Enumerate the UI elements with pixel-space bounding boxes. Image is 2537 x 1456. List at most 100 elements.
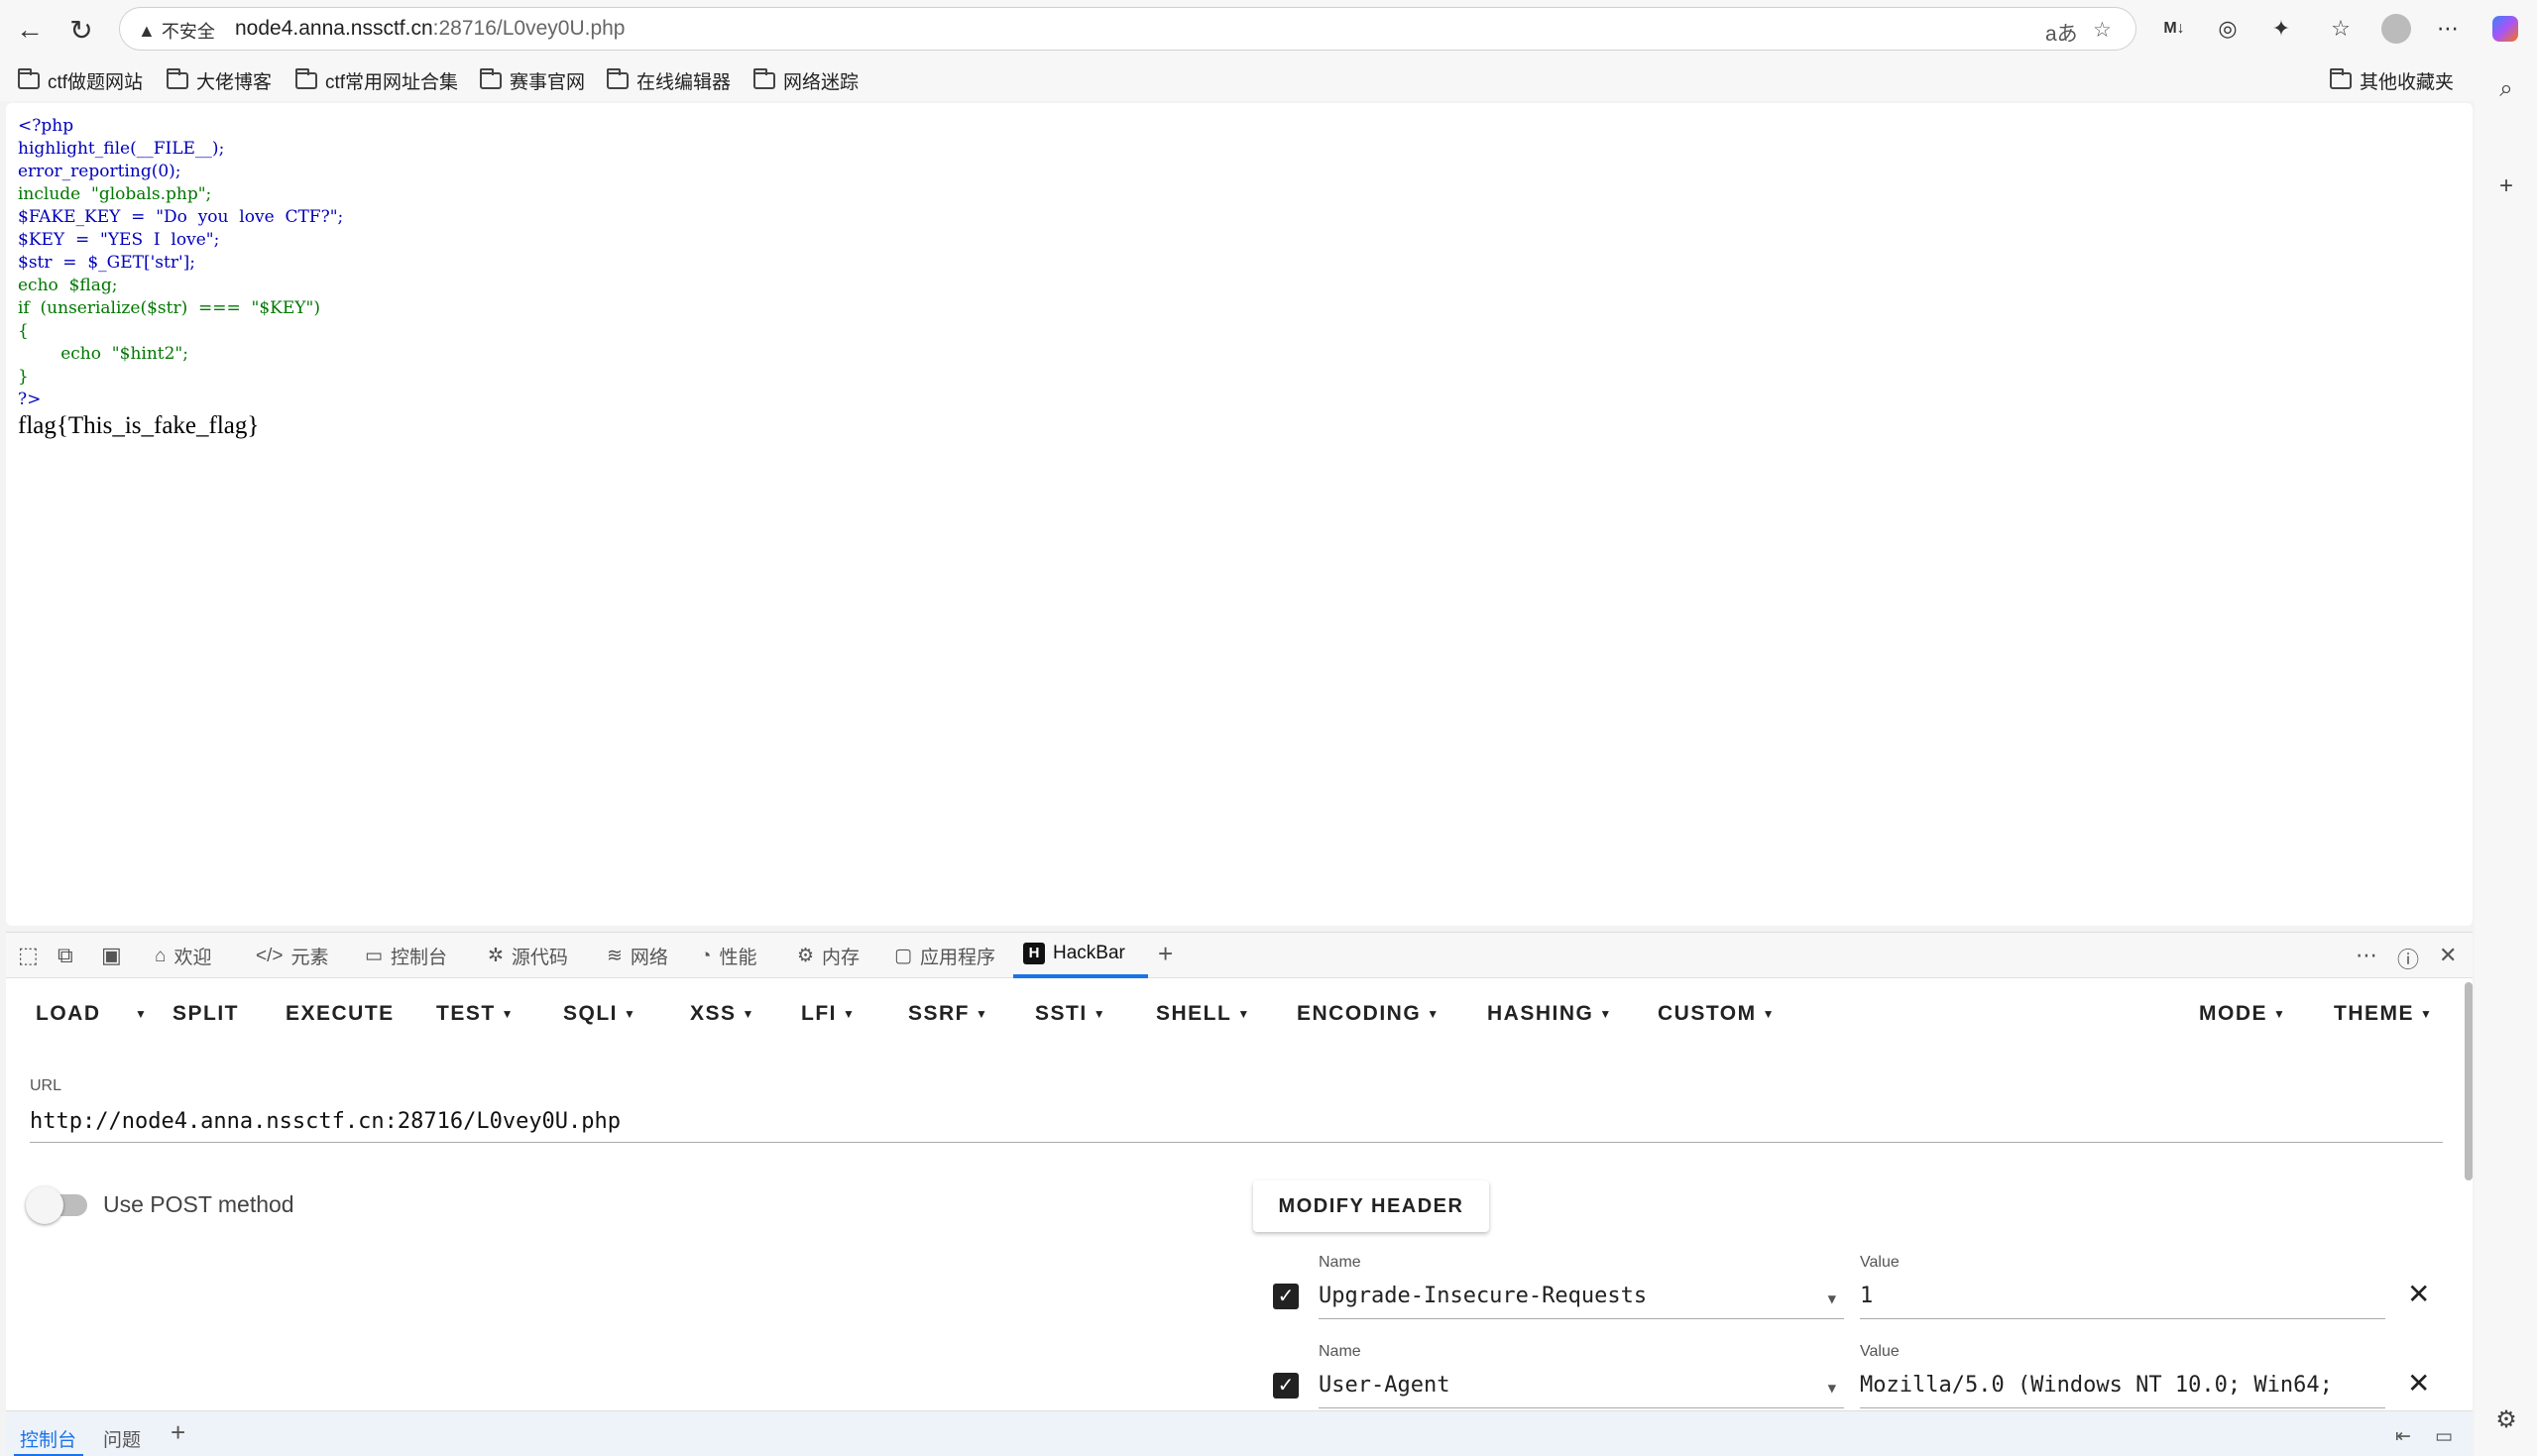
bookmark-item[interactable]: 大佬博客 (167, 67, 272, 94)
extension-md-icon[interactable]: M↓ (2157, 12, 2191, 46)
copilot-icon[interactable] (2488, 12, 2522, 46)
caret-down-icon: ▼ (1599, 1007, 1613, 1022)
back-arrow-icon[interactable]: ← (12, 12, 48, 48)
load-dropdown[interactable]: ▼ (129, 1002, 148, 1026)
header-row: ✓ Name User-Agent ▼ Value Mozilla/5.0 (Wi… (1267, 1343, 2437, 1408)
drawer-add-icon[interactable]: + (171, 1417, 185, 1448)
caret-down-icon: ▼ (843, 1007, 857, 1022)
tab-hackbar[interactable]: H HackBar (1023, 943, 1125, 964)
dock-side-icon[interactable]: ▣ (101, 943, 122, 968)
devtools-tab-bar: ⬚ ⧉ ▣ ⌂ 欢迎 </> 元素 ▭ 控制台 ✲ 源代码 ≋ 网络 ◔ 性能 ⚙ 内存 ▢ 应… (6, 933, 2473, 978)
extension-circle-icon[interactable]: ◎ (2211, 12, 2245, 46)
code-line: echo "$hint2"; (18, 344, 188, 364)
add-icon[interactable]: + (2490, 170, 2522, 202)
tab-console[interactable]: ▭ 控制台 (365, 943, 447, 969)
more-menu-icon[interactable]: ⋯ (2431, 12, 2465, 46)
url-input[interactable]: http://node4.anna.nssctf.cn:28716/L0vey0… (30, 1103, 2443, 1143)
encoding-menu[interactable]: ENCODING ▼ (1297, 1002, 1441, 1026)
memory-gear-icon: ⚙ (797, 946, 815, 966)
custom-menu[interactable]: CUSTOM ▼ (1658, 1002, 1776, 1026)
header-name-label: Name (1319, 1254, 1361, 1271)
header-value-input[interactable]: Mozilla/5.0 (Windows NT 10.0; Win64; (1860, 1369, 2385, 1408)
help-icon[interactable]: ⓘ (2397, 943, 2419, 974)
code-line: if (unserialize($str) === "$KEY") (18, 298, 320, 318)
scrollbar-thumb[interactable] (2465, 982, 2473, 1180)
remove-header-icon[interactable]: ✕ (2407, 1278, 2430, 1310)
tab-sources[interactable]: ✲ 源代码 (488, 943, 568, 969)
bookmark-item[interactable]: ctf常用网址合集 (295, 67, 458, 94)
more-options-icon[interactable]: ⋯ (2356, 943, 2377, 968)
code-line: } (18, 367, 29, 387)
remove-header-icon[interactable]: ✕ (2407, 1367, 2430, 1400)
header-name-input[interactable]: User-Agent ▼ (1319, 1369, 1844, 1408)
extensions-puzzle-icon[interactable]: ✦ (2264, 12, 2298, 46)
shell-menu[interactable]: SHELL ▼ (1156, 1002, 1251, 1026)
application-icon: ▢ (894, 946, 912, 966)
caret-down-icon: ▼ (976, 1007, 989, 1022)
drawer-dock-icon[interactable]: ⇤ (2395, 1425, 2411, 1448)
drawer-tab-console[interactable]: 控制台 (20, 1425, 76, 1452)
tab-application[interactable]: ▢ 应用程序 (894, 943, 995, 969)
favorites-icon[interactable]: ☆ (2324, 12, 2358, 46)
url-box[interactable]: ▲ 不安全 node4.anna.nssctf.cn:28716/L0vey0U… (119, 7, 2136, 51)
header-name-label: Name (1319, 1343, 1361, 1360)
hashing-menu[interactable]: HASHING ▼ (1487, 1002, 1613, 1026)
settings-gear-icon[interactable]: ⚙ (2490, 1403, 2522, 1435)
drawer-tab-issues[interactable]: 问题 (103, 1425, 141, 1452)
split-button[interactable]: SPLIT (173, 1002, 239, 1026)
device-emulation-icon[interactable]: ⧉ (58, 943, 73, 968)
mode-menu[interactable]: MODE ▼ (2199, 1002, 2286, 1026)
address-bar-row: ← ↻ ▲ 不安全 node4.anna.nssctf.cn:28716/L0v… (0, 0, 2537, 57)
ssti-menu[interactable]: SSTI ▼ (1035, 1002, 1106, 1026)
folder-icon (480, 68, 502, 89)
search-icon[interactable]: ⌕ (2490, 73, 2522, 105)
security-warning[interactable]: ▲ 不安全 (138, 18, 215, 44)
profile-avatar-icon[interactable] (2379, 12, 2413, 46)
bug-icon: ✲ (488, 946, 504, 966)
code-line: $KEY = "YES I love"; (18, 230, 220, 250)
favorite-star-icon[interactable]: ☆ (2093, 18, 2112, 43)
code-line: ?> (18, 390, 42, 409)
bookmark-item[interactable]: ctf做题网站 (18, 67, 143, 94)
bookmark-item[interactable]: 赛事官网 (480, 67, 585, 94)
execute-button[interactable]: EXECUTE (286, 1002, 395, 1026)
header-enabled-checkbox[interactable]: ✓ (1273, 1373, 1299, 1399)
dropdown-arrow-icon[interactable]: ▼ (1828, 1291, 1836, 1307)
bookmark-item[interactable]: 网络迷踪 (753, 67, 859, 94)
tab-memory[interactable]: ⚙ 内存 (797, 943, 860, 969)
header-value-label: Value (1860, 1343, 1900, 1360)
header-value-input[interactable]: 1 (1860, 1280, 2385, 1319)
read-aloud-icon[interactable]: aあ (2045, 18, 2078, 48)
refresh-icon[interactable]: ↻ (63, 12, 99, 48)
console-icon: ▭ (365, 946, 383, 966)
header-name-input[interactable]: Upgrade-Insecure-Requests ▼ (1319, 1280, 1844, 1319)
modify-header-button[interactable]: MODIFY HEADER (1253, 1180, 1489, 1232)
other-bookmarks[interactable]: 其他收藏夹 (2330, 67, 2454, 94)
url-text[interactable]: node4.anna.nssctf.cn:28716/L0vey0U.php (235, 17, 625, 41)
post-method-toggle-knob[interactable] (26, 1186, 63, 1224)
bookmarks-bar: ctf做题网站 大佬博客 ctf常用网址合集 赛事官网 在线编辑器 网络迷踪 其… (0, 57, 2537, 101)
inspect-icon[interactable]: ⬚ (18, 943, 39, 968)
sqli-menu[interactable]: SQLI ▼ (563, 1002, 636, 1026)
add-tab-icon[interactable]: + (1158, 939, 1173, 969)
drawer-expand-icon[interactable]: ▭ (2435, 1425, 2453, 1448)
header-enabled-checkbox[interactable]: ✓ (1273, 1284, 1299, 1309)
test-menu[interactable]: TEST ▼ (436, 1002, 515, 1026)
theme-menu[interactable]: THEME ▼ (2334, 1002, 2433, 1026)
xss-menu[interactable]: XSS ▼ (690, 1002, 755, 1026)
tab-network[interactable]: ≋ 网络 (607, 943, 668, 969)
tab-performance[interactable]: ◔ 性能 (700, 943, 757, 969)
ssrf-menu[interactable]: SSRF ▼ (908, 1002, 988, 1026)
url-host: node4.anna.nssctf.cn (235, 17, 433, 40)
tab-elements[interactable]: </> 元素 (256, 943, 329, 969)
bookmark-item[interactable]: 在线编辑器 (607, 67, 731, 94)
code-line: error_reporting(0); (18, 162, 181, 181)
post-method-label: Use POST method (103, 1191, 294, 1217)
close-devtools-icon[interactable]: ✕ (2439, 943, 2457, 968)
tab-welcome[interactable]: ⌂ 欢迎 (155, 943, 212, 969)
folder-icon (295, 68, 317, 89)
load-button[interactable]: LOAD (36, 1002, 101, 1026)
lfi-menu[interactable]: LFI ▼ (801, 1002, 856, 1026)
security-label: 不安全 (161, 22, 215, 42)
dropdown-arrow-icon[interactable]: ▼ (1828, 1381, 1836, 1397)
